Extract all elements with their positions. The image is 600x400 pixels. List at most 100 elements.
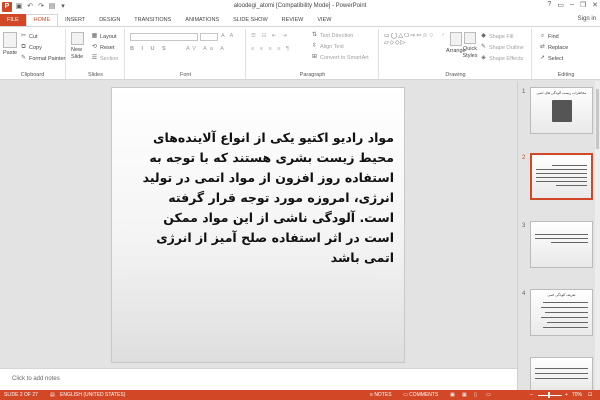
notes-toggle[interactable]: ≡ NOTES <box>370 390 392 400</box>
zoom-out-button[interactable]: – <box>530 390 533 400</box>
comments-toggle[interactable]: ▭ COMMENTS <box>403 390 438 400</box>
font-group: A A B I U S AV Aa A Font <box>126 29 246 79</box>
clipboard-label: Clipboard <box>20 72 45 78</box>
replace-button[interactable]: ⇄ Replace <box>539 44 568 51</box>
slides-group: New Slide ▦ Layout ⟲ Reset ☰ Section Slides <box>67 29 125 79</box>
reset-button[interactable]: ⟲ Reset <box>91 44 114 51</box>
scrollbar-thumb[interactable] <box>596 89 599 149</box>
copy-button[interactable]: ⧉ Copy <box>20 44 42 51</box>
zoom-slider-knob[interactable] <box>548 392 550 398</box>
align-buttons[interactable]: ≡ ≡ ≡ ≡ ¶ <box>251 46 291 52</box>
window-title: aloodegi_atomi [Compatibility Mode] - Po… <box>233 3 367 9</box>
paste-button[interactable]: Paste <box>3 32 17 56</box>
clipboard-group: Paste ✂ Cut ⧉ Copy ✎ Format Painter Clipboa… <box>0 29 66 79</box>
smartart-icon: ⊞ <box>311 54 318 60</box>
drawing-group: ▭◯△⬠⇨⇦☆♢⌒◠∟⊂⊏⬭⬡{}▱⬦◇▷ Arrange Quick Styl… <box>380 29 532 79</box>
cut-button[interactable]: ✂ Cut <box>20 33 38 40</box>
spellcheck-icon[interactable]: ▤ <box>50 390 55 400</box>
minimize-button[interactable]: – <box>570 1 574 9</box>
slide-canvas[interactable]: مواد رادیو اکتیو یکی از انواع آلاینده‌ها… <box>111 87 405 363</box>
font-style-buttons[interactable]: B I U S <box>130 46 169 52</box>
shape-effects-button[interactable]: ◈ Shape Effects <box>480 55 523 62</box>
slide-thumbnail-2[interactable] <box>530 153 593 200</box>
zoom-level[interactable]: 70% <box>572 390 582 400</box>
slides-label: Slides <box>88 72 103 78</box>
slide-sorter-icon[interactable]: ▦ <box>462 390 467 400</box>
slide-thumbnail-3[interactable] <box>530 221 593 268</box>
align-text-button[interactable]: ⇳ Align Text <box>311 43 344 50</box>
thumb-title-1: مخاطرات زیست آلودگی های اتمی <box>536 91 587 95</box>
slideshow-view-icon[interactable]: ▭ <box>486 390 491 400</box>
window-controls: ? ▭ – ❐ ✕ <box>547 1 598 9</box>
slide-thumbnail-5[interactable] <box>530 357 593 390</box>
list-buttons[interactable]: ☰ ☷ ⇤ ⇥ <box>251 33 289 39</box>
find-button[interactable]: ⌕ Find <box>539 33 559 40</box>
replace-icon: ⇄ <box>539 44 546 50</box>
thumb-number-2: 2 <box>522 155 526 161</box>
font-grow-shrink[interactable]: A A <box>221 33 235 39</box>
restore-button[interactable]: ❐ <box>580 1 586 9</box>
reset-icon: ⟲ <box>91 44 98 50</box>
shapes-gallery[interactable]: ▭◯△⬠⇨⇦☆♢⌒◠∟⊂⊏⬭⬡{}▱⬦◇▷ <box>384 33 444 61</box>
slide-thumbnail-4[interactable]: تعریف آلودگی اتمی <box>530 289 593 336</box>
sign-in-link[interactable]: Sign in <box>578 16 596 22</box>
paint-bucket-icon: ◆ <box>481 33 486 39</box>
zoom-slider[interactable] <box>538 394 562 396</box>
tab-review[interactable]: REVIEW <box>275 14 311 26</box>
effects-icon: ◈ <box>481 55 486 61</box>
font-spacing-buttons[interactable]: AV Aa A <box>186 46 227 52</box>
ribbon-tabs: FILE HOME INSERT DESIGN TRANSITIONS ANIM… <box>0 14 600 26</box>
thumb-title-4: تعریف آلودگی اتمی <box>547 293 576 297</box>
reading-view-icon[interactable]: ▯ <box>474 390 477 400</box>
copy-icon: ⧉ <box>21 44 26 50</box>
slide-thumbnails-pane: 1 مخاطرات زیست آلودگی های اتمی 2 3 4 تعر… <box>517 81 600 390</box>
drawing-label: Drawing <box>445 72 466 78</box>
font-label: Font <box>179 72 191 78</box>
new-slide-icon <box>71 32 84 45</box>
notes-pane[interactable]: Click to add notes <box>0 368 517 390</box>
title-bar: P ▣ ↶ ↷ ▤ ▾ aloodegi_atomi [Compatibilit… <box>0 0 600 14</box>
font-size-combo[interactable] <box>200 33 218 41</box>
text-direction-button[interactable]: ⇅ Text Direction <box>311 32 353 39</box>
paragraph-group: ☰ ☷ ⇤ ⇥ ≡ ≡ ≡ ≡ ¶ ⇅ Text Direction ⇳ Align… <box>247 29 379 79</box>
pen-icon: ✎ <box>480 44 487 50</box>
shape-fill-button[interactable]: ◆ Shape Fill <box>480 33 513 40</box>
thumbnails-scrollbar[interactable] <box>595 81 600 390</box>
notes-placeholder: Click to add notes <box>12 376 60 382</box>
help-button[interactable]: ? <box>547 1 551 9</box>
editing-group: ⌕ Find ⇄ Replace ➚ Select Editing <box>533 29 599 79</box>
fit-slide-icon[interactable]: ⊡ <box>588 390 592 400</box>
shape-outline-button[interactable]: ✎ Shape Outline <box>480 44 524 51</box>
format-painter-button[interactable]: ✎ Format Painter <box>20 55 65 62</box>
tab-home[interactable]: HOME <box>25 14 59 26</box>
layout-button[interactable]: ▦ Layout <box>91 33 117 40</box>
comment-icon: ▭ <box>403 392 408 398</box>
select-button[interactable]: ➚ Select <box>539 55 563 62</box>
normal-view-icon[interactable]: ▣ <box>450 390 455 400</box>
scissors-icon: ✂ <box>20 33 27 39</box>
ribbon-display-button[interactable]: ▭ <box>557 1 564 9</box>
tab-animations[interactable]: ANIMATIONS <box>178 14 226 26</box>
tab-slide-show[interactable]: SLIDE SHOW <box>226 14 275 26</box>
tab-transitions[interactable]: TRANSITIONS <box>127 14 178 26</box>
quick-styles-button[interactable]: Quick Styles <box>462 32 478 60</box>
tab-design[interactable]: DESIGN <box>92 14 127 26</box>
layout-icon: ▦ <box>91 33 98 39</box>
slide-body-text[interactable]: مواد رادیو اکتیو یکی از انواع آلاینده‌ها… <box>142 128 394 268</box>
tab-file[interactable]: FILE <box>0 14 26 26</box>
slide-thumbnail-1[interactable]: مخاطرات زیست آلودگی های اتمی <box>530 87 593 134</box>
language-indicator[interactable]: ENGLISH (UNITED STATES) <box>60 390 125 400</box>
status-bar: SLIDE 2 OF 27 ▤ ENGLISH (UNITED STATES) … <box>0 390 600 400</box>
font-name-combo[interactable] <box>130 33 198 41</box>
thumb-number-1: 1 <box>522 89 526 95</box>
convert-smartart-button[interactable]: ⊞ Convert to SmartArt <box>311 54 369 61</box>
tab-insert[interactable]: INSERT <box>58 14 92 26</box>
ribbon-home: Paste ✂ Cut ⧉ Copy ✎ Format Painter Clipboa… <box>0 26 600 80</box>
close-button[interactable]: ✕ <box>592 1 598 9</box>
tab-view[interactable]: VIEW <box>310 14 338 26</box>
new-slide-button[interactable]: New Slide <box>71 32 91 61</box>
notes-icon: ≡ <box>370 392 373 398</box>
zoom-in-button[interactable]: + <box>565 390 568 400</box>
section-button[interactable]: ☰ Section <box>91 55 119 62</box>
brush-icon: ✎ <box>20 55 27 61</box>
